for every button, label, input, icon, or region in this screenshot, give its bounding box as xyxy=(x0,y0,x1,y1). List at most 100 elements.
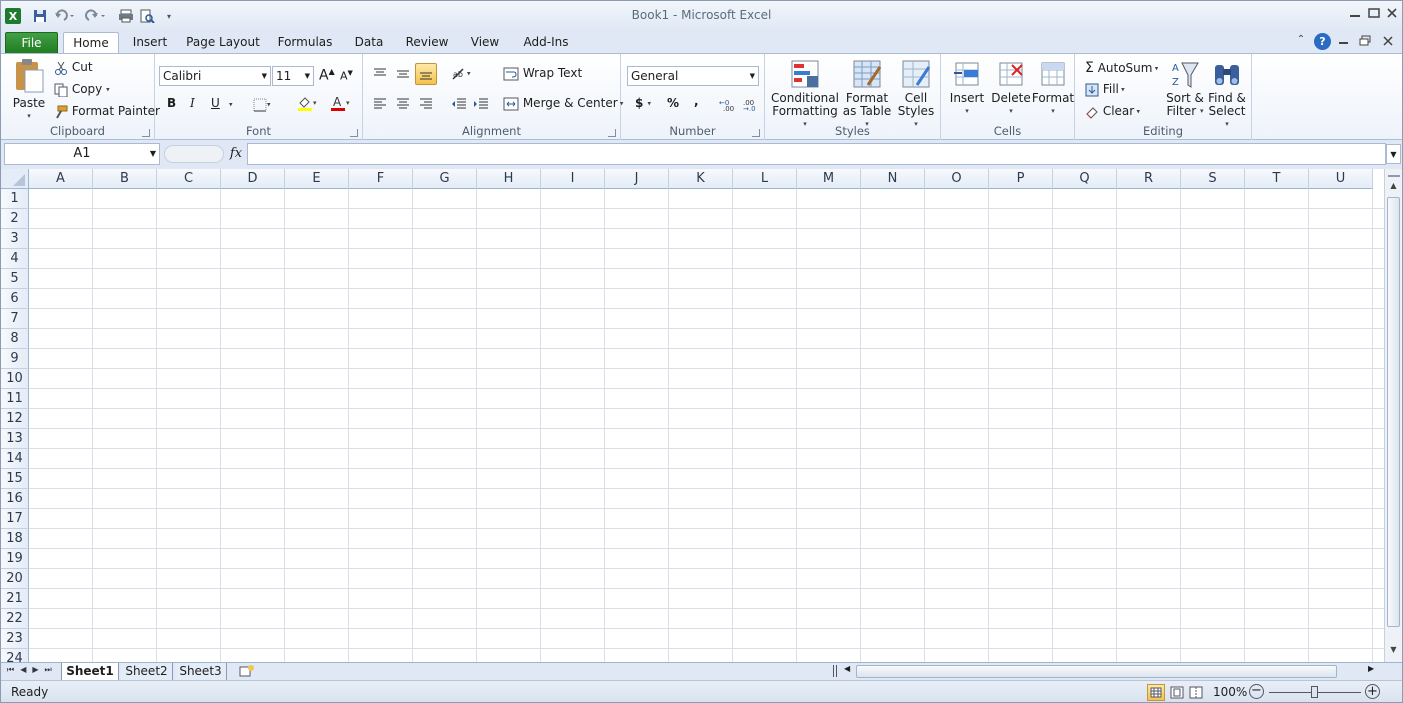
chevron-down-icon[interactable]: ▼ xyxy=(150,144,156,164)
column-header[interactable]: S xyxy=(1181,169,1245,189)
font-size-combo[interactable]: 11 ▼ xyxy=(272,66,314,86)
zoom-level[interactable]: 100% xyxy=(1213,685,1247,699)
orientation-icon[interactable]: ab ▾ xyxy=(451,66,471,81)
insert-sheet-icon[interactable] xyxy=(231,663,263,681)
column-header[interactable]: N xyxy=(861,169,925,189)
column-header[interactable]: G xyxy=(413,169,477,189)
clear-button[interactable]: Clear ▾ xyxy=(1085,104,1140,119)
wrap-text-button[interactable]: Wrap Text xyxy=(503,66,582,81)
row-header[interactable]: 16 xyxy=(1,489,29,509)
row-header[interactable]: 20 xyxy=(1,569,29,589)
expand-formula-bar-icon[interactable]: ▼ xyxy=(1386,144,1401,164)
italic-button[interactable]: I xyxy=(190,96,195,110)
row-header[interactable]: 1 xyxy=(1,189,29,209)
column-header[interactable]: D xyxy=(221,169,285,189)
insert-function-button[interactable]: fx xyxy=(227,144,245,164)
row-header[interactable]: 11 xyxy=(1,389,29,409)
number-format-combo[interactable]: General ▼ xyxy=(627,66,759,86)
column-header[interactable]: H xyxy=(477,169,541,189)
row-header[interactable]: 7 xyxy=(1,309,29,329)
top-align-icon[interactable] xyxy=(373,66,387,81)
tab-home[interactable]: Home xyxy=(63,32,119,54)
dialog-launcher-icon[interactable]: . xyxy=(142,129,150,137)
zoom-in-icon[interactable]: + xyxy=(1365,684,1380,699)
fill-color-icon[interactable]: ▾ xyxy=(297,95,317,111)
middle-align-icon[interactable] xyxy=(396,66,410,81)
column-header[interactable]: B xyxy=(93,169,157,189)
column-header[interactable]: I xyxy=(541,169,605,189)
merge-center-button[interactable]: Merge & Center ▾ xyxy=(503,96,623,111)
align-left-icon[interactable] xyxy=(373,96,387,111)
column-header[interactable]: K xyxy=(669,169,733,189)
vertical-scroll-thumb[interactable] xyxy=(1387,197,1400,627)
row-header[interactable]: 3 xyxy=(1,229,29,249)
decrease-indent-icon[interactable] xyxy=(451,96,467,111)
minimize-icon[interactable] xyxy=(1347,7,1363,23)
row-header[interactable]: 23 xyxy=(1,629,29,649)
font-name-combo[interactable]: Calibri ▼ xyxy=(159,66,271,86)
zoom-out-icon[interactable]: − xyxy=(1249,684,1264,699)
column-header[interactable]: A xyxy=(29,169,93,189)
row-header[interactable]: 2 xyxy=(1,209,29,229)
name-box[interactable]: A1 ▼ xyxy=(4,143,160,165)
chevron-down-icon[interactable]: ▾ xyxy=(229,97,233,111)
decrease-decimal-icon[interactable]: .00 →.0 xyxy=(741,96,759,111)
font-color-icon[interactable]: A ▾ xyxy=(330,95,350,111)
workbook-restore-icon[interactable] xyxy=(1359,35,1373,49)
find-select-button[interactable]: Find & Select ▾ xyxy=(1205,59,1249,131)
tab-file[interactable]: File xyxy=(5,32,58,54)
column-header[interactable]: R xyxy=(1117,169,1181,189)
cut-button[interactable]: Cut xyxy=(54,60,93,75)
increase-indent-icon[interactable] xyxy=(473,96,489,111)
conditional-formatting-button[interactable]: Conditional Formatting ▾ xyxy=(771,59,839,131)
tab-split-handle[interactable] xyxy=(833,665,837,677)
column-header[interactable]: Q xyxy=(1053,169,1117,189)
insert-cells-button[interactable]: Insert ▾ xyxy=(945,59,989,118)
tab-view[interactable]: View xyxy=(465,31,505,53)
worksheet-grid[interactable]: ABCDEFGHIJKLMNOPQRSTU 1 2 3 4 5 6 7 8 9 10 11 12 13 1… xyxy=(1,169,1384,662)
normal-view-icon[interactable] xyxy=(1147,684,1165,701)
align-right-icon[interactable] xyxy=(419,96,433,111)
column-header[interactable]: P xyxy=(989,169,1053,189)
minimize-ribbon-icon[interactable]: ⌃ xyxy=(1294,34,1308,48)
cell-styles-button[interactable]: Cell Styles ▾ xyxy=(895,59,937,131)
close-icon[interactable] xyxy=(1384,7,1400,23)
row-header[interactable]: 22 xyxy=(1,609,29,629)
comma-style-button[interactable]: , xyxy=(694,94,699,108)
format-painter-button[interactable]: Format Painter xyxy=(54,104,160,119)
bottom-align-icon[interactable] xyxy=(415,63,437,85)
row-header[interactable]: 6 xyxy=(1,289,29,309)
tab-insert[interactable]: Insert xyxy=(128,31,172,53)
sheet-tab-sheet1[interactable]: Sheet1 xyxy=(61,663,119,681)
row-header[interactable]: 12 xyxy=(1,409,29,429)
column-header[interactable]: E xyxy=(285,169,349,189)
vertical-scrollbar[interactable]: ▲ ▼ xyxy=(1384,169,1402,662)
horizontal-scroll-thumb[interactable] xyxy=(856,665,1337,678)
format-as-table-button[interactable]: Format as Table ▾ xyxy=(841,59,893,131)
sheet-tab-sheet3[interactable]: Sheet3 xyxy=(175,663,227,681)
tab-formulas[interactable]: Formulas xyxy=(275,31,335,53)
column-header[interactable]: T xyxy=(1245,169,1309,189)
restore-icon[interactable] xyxy=(1366,7,1382,23)
row-header[interactable]: 10 xyxy=(1,369,29,389)
column-header[interactable]: F xyxy=(349,169,413,189)
scroll-right-icon[interactable]: ▶ xyxy=(1368,664,1374,673)
row-header[interactable]: 5 xyxy=(1,269,29,289)
formula-input[interactable] xyxy=(247,143,1386,165)
row-header[interactable]: 24 xyxy=(1,649,29,662)
sort-filter-button[interactable]: AZ Sort & Filter ▾ xyxy=(1165,59,1205,118)
column-header[interactable]: C xyxy=(157,169,221,189)
row-header[interactable]: 14 xyxy=(1,449,29,469)
tab-page-layout[interactable]: Page Layout xyxy=(184,31,262,53)
scroll-up-icon[interactable]: ▲ xyxy=(1385,181,1402,195)
sheet-navigation-icon[interactable]: ⏮◀▶⏭ xyxy=(7,665,58,675)
zoom-slider-thumb[interactable] xyxy=(1311,686,1318,698)
percent-button[interactable]: % xyxy=(667,96,679,110)
row-header[interactable]: 18 xyxy=(1,529,29,549)
select-all-button[interactable] xyxy=(1,169,29,189)
column-header[interactable]: M xyxy=(797,169,861,189)
row-header[interactable]: 8 xyxy=(1,329,29,349)
help-icon[interactable]: ? xyxy=(1314,33,1331,50)
underline-button[interactable]: U xyxy=(211,96,220,110)
dialog-launcher-icon[interactable]: . xyxy=(350,129,358,137)
